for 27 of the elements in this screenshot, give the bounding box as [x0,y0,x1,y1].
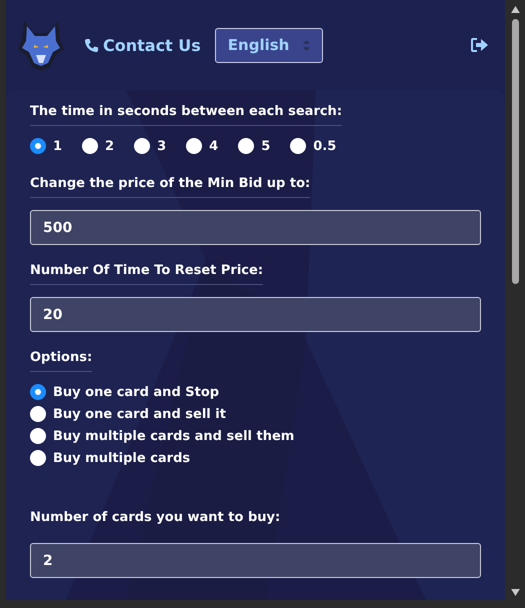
logout-button[interactable] [471,37,489,53]
language-select[interactable]: English [214,28,323,62]
up-down-caret-icon [302,40,310,50]
radio-label: 1 [53,138,62,154]
radio-label: 0.5 [313,138,336,154]
scrollbar-thumb[interactable] [512,19,518,284]
phone-icon [84,38,99,52]
contact-us-link[interactable]: Contact Us [84,36,201,54]
radio-label: 2 [105,138,114,154]
input-field[interactable]: 20 [30,297,481,332]
radio-label: 5 [261,138,270,154]
scroll-up-icon[interactable] [510,6,520,13]
field-label: Number Of Time To Reset Price: [30,263,264,285]
wolf-logo-icon [16,19,66,71]
scroll-down-icon[interactable] [510,589,520,596]
radio-label: Buy one card and Stop [53,384,220,400]
radio-label: Buy one card and sell it [53,406,226,422]
field-label: The time in seconds between each search: [30,104,342,126]
radio-label: Buy multiple cards [53,450,190,466]
radio-label: 3 [157,138,166,154]
input-field[interactable]: 2 [30,543,481,578]
field-label: Options: [30,350,92,372]
radio-label: Buy multiple cards and sell them [53,428,294,444]
field-label: Change the price of the Min Bid up to: [30,176,310,198]
radio-label: 4 [209,138,218,154]
field-label: Number of cards you want to buy: [30,510,280,527]
input-field[interactable]: 500 [30,210,481,245]
